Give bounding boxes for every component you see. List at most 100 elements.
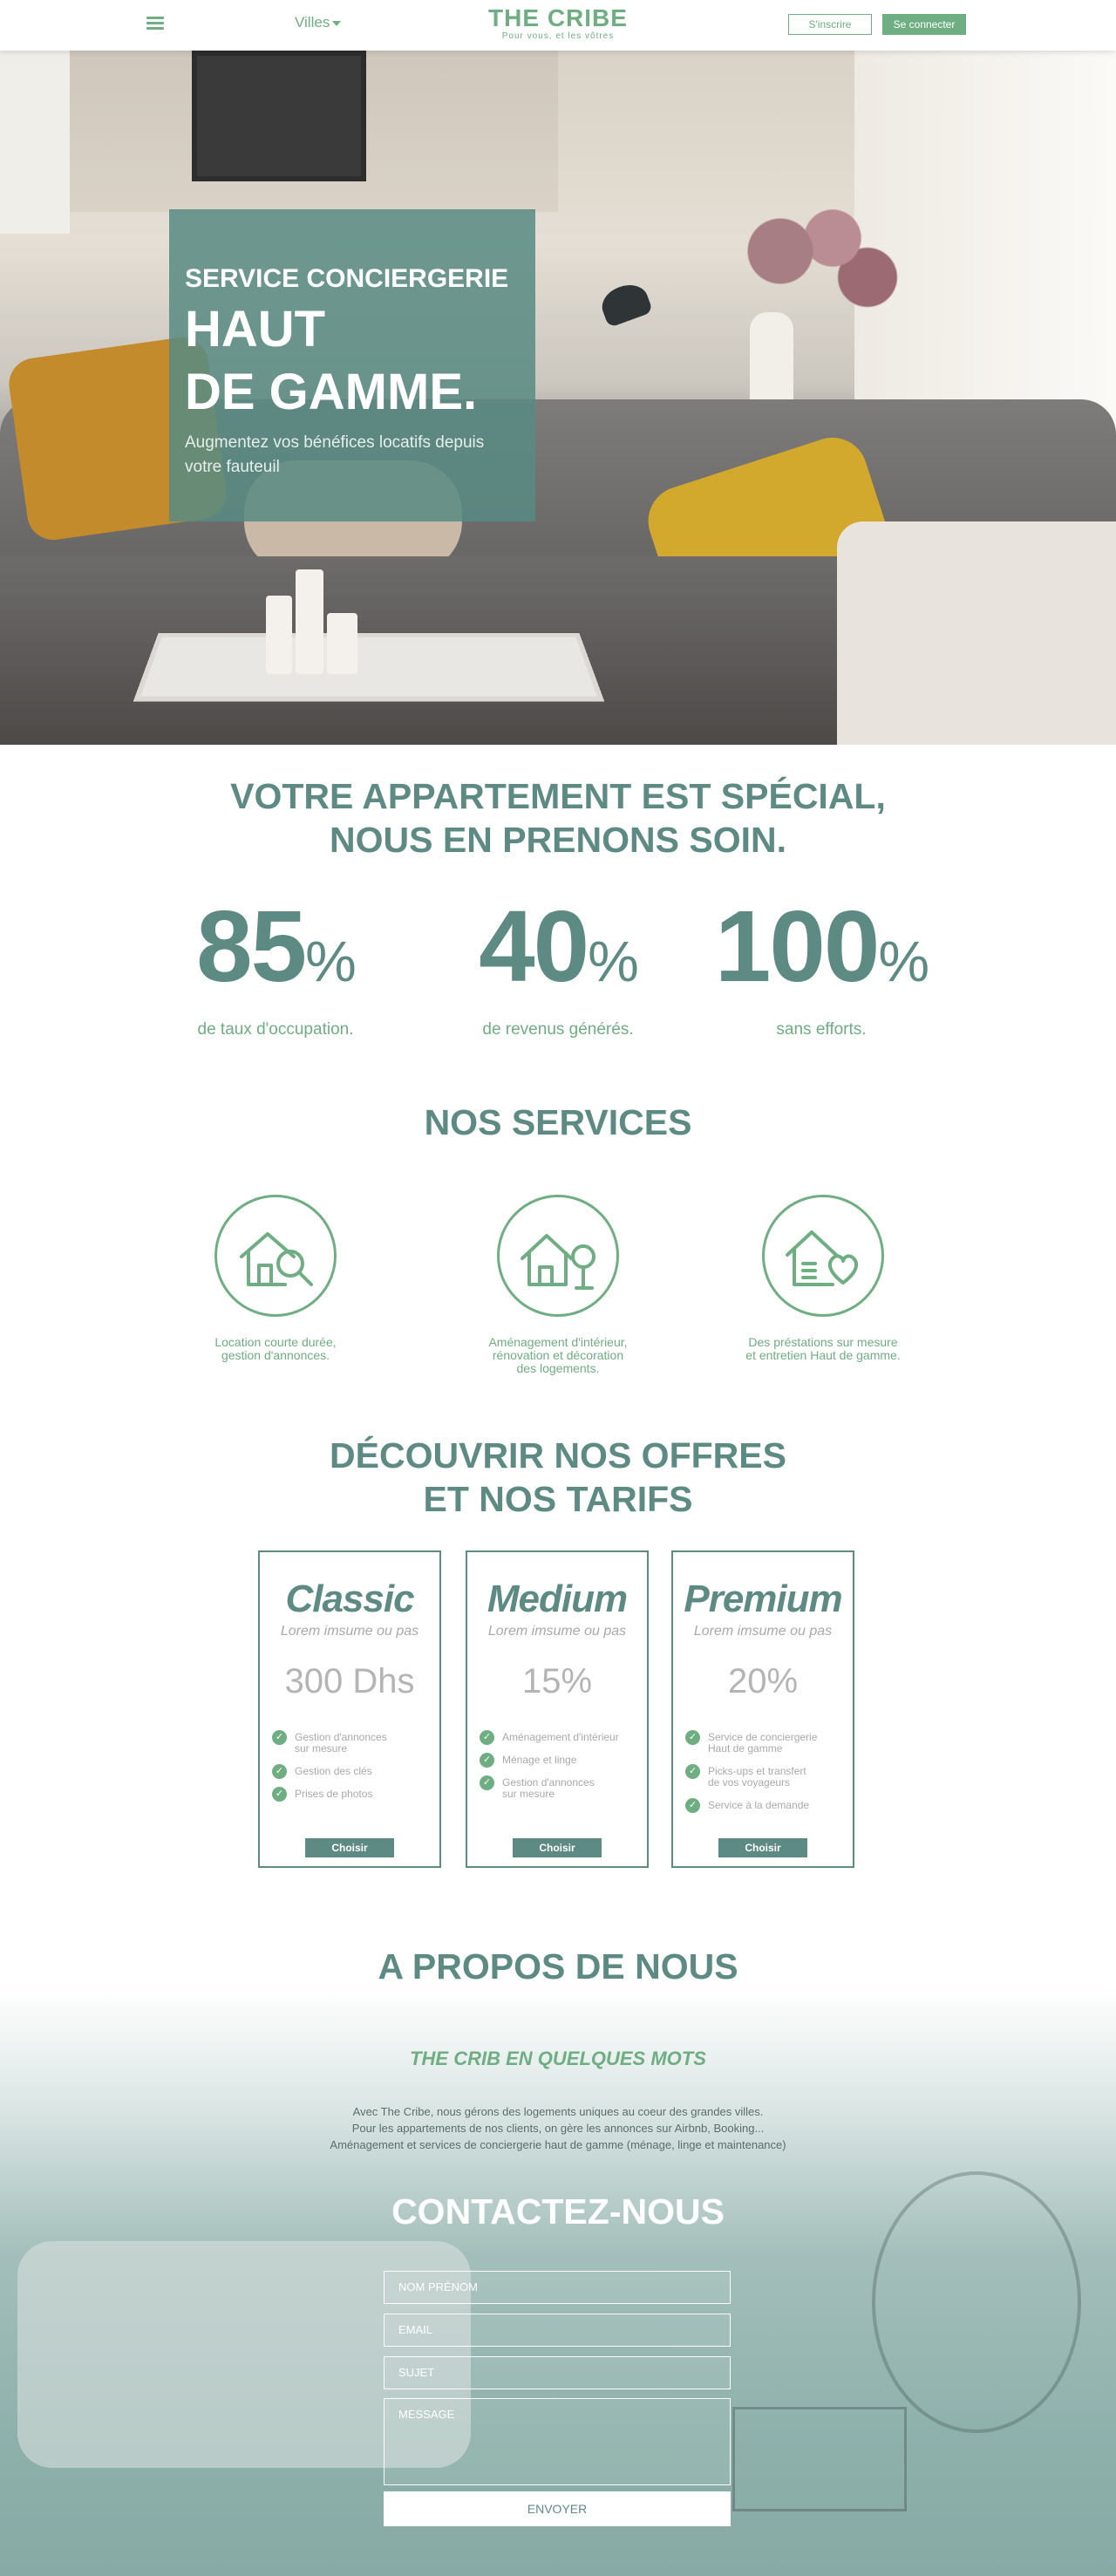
plan-price: 300 Dhs [284, 1662, 415, 1700]
subject-field[interactable]: SUJET [384, 2356, 731, 2389]
service-label-line: gestion d'annonces. [221, 1348, 330, 1362]
email-field[interactable]: EMAIL [384, 2314, 731, 2347]
service-label-line: rénovation et décoration [492, 1348, 624, 1362]
hero-lamp [596, 278, 654, 329]
plan-feature: ✓ Gestion des clés [272, 1764, 439, 1779]
stat-effort: 100% sans efforts. [708, 894, 935, 1039]
choose-button[interactable]: Choisir [513, 1838, 602, 1857]
hero-throw-blanket [837, 521, 1116, 745]
stat-number: 85 [196, 889, 307, 1003]
stat-unit: % [878, 929, 929, 993]
login-button[interactable]: Se connecter [882, 14, 966, 35]
send-button[interactable]: ENVOYER [384, 2491, 731, 2526]
offers-title-line2: ET NOS TARIFS [423, 1479, 693, 1519]
offers-title: DÉCOUVRIR NOS OFFRES ET NOS TARIFS [0, 1434, 1116, 1521]
plan-feature: ✓ Ménage et linge [480, 1753, 647, 1768]
feature-text: Aménagement d'intérieur [502, 1731, 619, 1743]
stat-value: 100% [708, 894, 935, 1013]
hero-coffee-table [133, 633, 605, 702]
background-table [732, 2407, 907, 2511]
check-icon: ✓ [685, 1730, 700, 1745]
stat-number: 40 [479, 889, 589, 1003]
feature-text: sur mesure [502, 1788, 555, 1800]
feature-text: sur mesure [295, 1742, 348, 1755]
hero-title-line1: HAUT [185, 301, 326, 358]
about-subtitle: THE CRIB EN QUELQUES MOTS [410, 2048, 706, 2069]
stat-unit: % [588, 929, 639, 993]
plan-price: 20% [727, 1662, 799, 1700]
feature-text: Picks-ups et transfert [708, 1765, 806, 1777]
service-interior-design[interactable]: Aménagement d'intérieur, rénovation et d… [462, 1195, 654, 1375]
feature-text: Service de conciergerie [708, 1731, 818, 1743]
logo[interactable]: THE CRIBE Pour vous, et les vôtres [471, 4, 645, 42]
check-icon: ✓ [685, 1764, 700, 1779]
service-label-line: Location courte durée, [214, 1335, 337, 1349]
logo-title: THE CRIBE [488, 4, 628, 31]
plan-features: ✓ Gestion d'annonces sur mesure ✓ Gestion d… [260, 1730, 439, 1802]
service-premium[interactable]: Des préstations sur mesure et entretien … [727, 1195, 919, 1362]
hero-tagline: Augmentez vos bénéfices locatifs depuis … [185, 433, 485, 476]
logo-subtitle: Pour vous, et les vôtres [501, 31, 615, 41]
about-line: Avec The Cribe, nous gérons des logement… [352, 2105, 764, 2118]
service-label-line: et entretien Haut de gamme. [745, 1348, 901, 1362]
stat-occupation: 85% de taux d'occupation. [162, 894, 389, 1039]
stat-number: 100 [714, 889, 881, 1003]
plan-subtitle: Lorem imsume ou pas [280, 1624, 419, 1639]
plan-feature: ✓ Prises de photos [272, 1787, 439, 1802]
hero-letter-decor [0, 51, 70, 234]
house-heart-icon [762, 1195, 884, 1317]
hero-candles [266, 561, 357, 674]
feature-text: Gestion d'annonces [502, 1776, 595, 1789]
contact-title: CONTACTEZ-NOUS [391, 2191, 725, 2232]
about-text: Avec The Cribe, nous gérons des logement… [0, 2103, 1116, 2153]
plan-name: Premium [684, 1578, 842, 1620]
hero-picture-frame [192, 51, 366, 181]
hero-flowers [728, 199, 902, 330]
plan-features: ✓ Service de conciergerie Haut de gamme ✓ P… [673, 1730, 853, 1813]
check-icon: ✓ [480, 1730, 494, 1745]
check-icon: ✓ [685, 1798, 700, 1813]
name-field[interactable]: NOM PRÉNOM [384, 2271, 731, 2304]
plan-feature: ✓ Aménagement d'intérieur [480, 1730, 647, 1745]
hero-title-line2: DE GAMME. [185, 364, 478, 420]
service-label-line: Aménagement d'intérieur, [488, 1335, 628, 1349]
services-title: NOS SERVICES [424, 1102, 692, 1142]
check-icon: ✓ [272, 1730, 287, 1745]
plan-card-premium: Premium Lorem imsume ou pas 20% ✓ Service… [671, 1550, 854, 1868]
house-magnifier-icon [214, 1195, 337, 1317]
plan-card-medium: Medium Lorem imsume ou pas 15% ✓ Aménagem… [466, 1550, 649, 1868]
plan-name: Medium [487, 1578, 628, 1620]
hero-panel: SERVICE CONCIERGERIE HAUT DE GAMME. Augme… [169, 209, 535, 521]
service-label: Location courte durée, gestion d'annonce… [180, 1336, 371, 1362]
plan-subtitle: Lorem imsume ou pas [693, 1624, 833, 1639]
signup-button[interactable]: S'inscrire [788, 14, 872, 35]
feature-text: Ménage et linge [502, 1754, 577, 1766]
feature-text: de vos voyageurs [708, 1776, 791, 1789]
house-tree-icon [497, 1195, 619, 1317]
cities-label: Villes [295, 14, 330, 31]
feature-text: Gestion d'annonces [295, 1731, 387, 1743]
service-short-rental[interactable]: Location courte durée, gestion d'annonce… [180, 1195, 371, 1362]
plan-name: Classic [285, 1578, 414, 1620]
stat-label: de taux d'occupation. [197, 1020, 354, 1039]
plan-feature: ✓ Service de conciergerie Haut de gamme [685, 1730, 853, 1755]
plan-feature: ✓ Gestion d'annonces sur mesure [272, 1730, 439, 1755]
about-line: Aménagement et services de conciergerie … [330, 2138, 786, 2151]
hero-image: SERVICE CONCIERGERIE HAUT DE GAMME. Augme… [0, 51, 1116, 745]
check-icon: ✓ [480, 1775, 494, 1790]
feature-text: Service à la demande [708, 1799, 810, 1811]
service-label-line: Des préstations sur mesure [748, 1335, 898, 1349]
plan-card-classic: Classic Lorem imsume ou pas 300 Dhs ✓ Ges… [258, 1550, 441, 1868]
plan-price: 15% [521, 1662, 593, 1700]
feature-text: Prises de photos [295, 1788, 373, 1800]
plan-subtitle: Lorem imsume ou pas [487, 1624, 627, 1639]
choose-button[interactable]: Choisir [305, 1838, 394, 1857]
check-icon: ✓ [480, 1753, 494, 1768]
plan-features: ✓ Aménagement d'intérieur ✓ Ménage et ling… [467, 1730, 647, 1800]
plan-feature: ✓ Gestion d'annonces sur mesure [480, 1775, 647, 1800]
message-field[interactable]: MESSAGE [384, 2398, 731, 2485]
choose-button[interactable]: Choisir [718, 1838, 807, 1857]
feature-text: Haut de gamme [708, 1742, 783, 1755]
hamburger-menu-icon[interactable] [146, 17, 164, 31]
cities-dropdown[interactable]: Villes [295, 14, 342, 31]
